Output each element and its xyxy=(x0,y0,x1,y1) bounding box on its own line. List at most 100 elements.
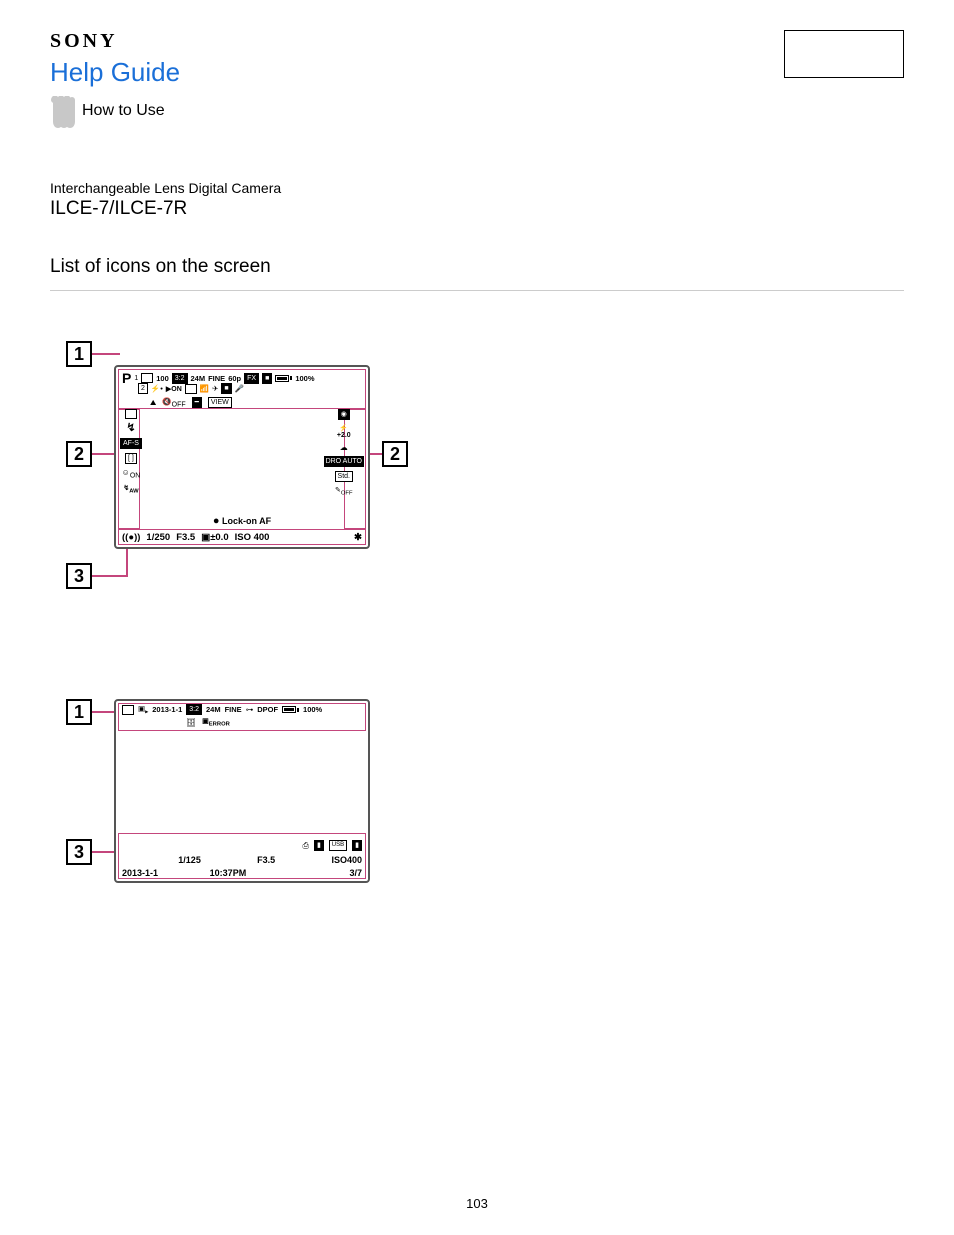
af-on-icon: ▶ON xyxy=(166,385,182,393)
upload-icon: ☁ xyxy=(340,443,348,452)
shooting-mode-icon: P xyxy=(122,370,131,386)
playback-info-row-1: 1/125 F3.5 ISO400 xyxy=(122,855,362,865)
aspect-ratio-badge: 3:2 xyxy=(172,373,188,384)
figure-shooting-screen: 1 2 2 3 P 1 100 3:2 xyxy=(66,341,406,601)
mic-icon: 🎤 xyxy=(235,384,244,393)
framing-icon xyxy=(185,384,197,394)
flash-mode-icon xyxy=(126,423,135,434)
playback-top-row-1: ▣▸ 2013-1-1 3:2 24M FINE ⊶ DPOF 100% xyxy=(122,704,362,716)
image-quality: FINE xyxy=(225,705,242,714)
level-icon: ━ xyxy=(192,397,202,408)
callout-line xyxy=(368,453,382,455)
callout-1: 1 xyxy=(66,341,92,367)
aperture-value: F3.5 xyxy=(257,855,275,865)
dro-badge: DRO AUTO xyxy=(324,456,364,467)
how-to-use-label: How to Use xyxy=(82,102,165,120)
search-box[interactable] xyxy=(784,30,904,78)
movie-fps: 60p xyxy=(228,374,241,383)
memory-card-icon xyxy=(122,705,134,715)
callout-3: 3 xyxy=(66,839,92,865)
database-icon: 🗄 xyxy=(186,718,196,727)
rec-media-icon: ▮ xyxy=(352,840,362,851)
steadyshot-icon: ((●)) xyxy=(122,532,140,543)
flash-comp-value: ⚡+2.0 xyxy=(337,424,351,439)
battery-percent: 100% xyxy=(295,374,314,383)
ae-lock-icon: ✱ xyxy=(354,532,362,543)
remaining-shots: 100 xyxy=(156,374,169,383)
focus-mode-badge: AF-S xyxy=(120,438,142,449)
protect-icon: ⊶ xyxy=(246,705,254,714)
hdmi-out-icon: ▮ xyxy=(314,840,324,851)
playback-info-row-2: 2013-1-1 10:37PM 3/7 xyxy=(122,868,362,878)
brand-block: SONY Help Guide xyxy=(50,30,180,88)
capture-time: 10:37PM xyxy=(210,868,247,878)
error-icon: ▣ERROR xyxy=(202,717,230,727)
callout-3: 3 xyxy=(66,563,92,589)
aperture-value: F3.5 xyxy=(176,532,195,543)
iso-value: ISO400 xyxy=(331,855,362,865)
focus-area-icon: [ ] xyxy=(125,453,137,464)
iso-value: ISO 400 xyxy=(235,532,270,543)
how-to-use-row: How to Use xyxy=(50,96,904,132)
figure-playback-screen: 1 3 ▣▸ 2013-1-1 3:2 24M FINE ⊶ DPOF 100% xyxy=(66,681,406,901)
battery-icon xyxy=(275,375,292,382)
bottom-info-row: ((●)) 1/250 F3.5 ▣±0.0 ISO 400 ✱ xyxy=(122,532,362,543)
callout-line xyxy=(92,353,120,355)
view-mode-icon: ▣▸ xyxy=(138,704,148,716)
product-model: ILCE-7/ILCE-7R xyxy=(50,198,904,220)
battery-icon xyxy=(282,706,299,713)
folder-date: 2013-1-1 xyxy=(152,705,182,714)
camera-screen-playback: ▣▸ 2013-1-1 3:2 24M FINE ⊶ DPOF 100% 🗄 ▣… xyxy=(114,699,370,883)
callout-2-left: 2 xyxy=(66,441,92,467)
image-counter: 3/7 xyxy=(349,868,362,878)
audio-level-icon: 🔇OFF xyxy=(162,397,185,409)
callout-line xyxy=(92,851,116,853)
rec-format-badge: FX xyxy=(244,373,259,384)
memory-card-icon xyxy=(141,373,153,383)
top-info-row-2: 2 ⚡• ▶ON 📶 ✈ ■ 🎤 xyxy=(138,383,244,394)
brand-logo: SONY xyxy=(50,30,180,53)
callout-2-right: 2 xyxy=(382,441,408,467)
product-category: Interchangeable Lens Digital Camera xyxy=(50,180,904,196)
page-title: List of icons on the screen xyxy=(50,256,904,286)
playback-bottom-icons: ⎙ ▮ USB ▮ xyxy=(303,840,362,851)
title-divider xyxy=(50,290,904,291)
right-icon-stack: ◉ ⚡+2.0 ☁ DRO AUTO Std. ✎OFF xyxy=(324,409,364,496)
dpof-label: DPOF xyxy=(257,705,278,714)
print-icon: ⎙ xyxy=(303,841,309,851)
histogram-icon: ⛰ xyxy=(150,398,156,408)
usb-icon: USB xyxy=(329,840,347,851)
lock-on-af-label: ● Lock-on AF xyxy=(116,515,368,527)
shutter-speed: 1/250 xyxy=(146,532,170,543)
rec-setting-badge: ■ xyxy=(262,373,272,384)
aspect-ratio-badge: 3:2 xyxy=(186,704,202,715)
picture-effect-off-icon: ✎OFF xyxy=(335,486,353,496)
face-detect-icon: ☺ON xyxy=(122,468,141,480)
capture-date: 2013-1-1 xyxy=(122,868,158,878)
image-size: 24M xyxy=(191,374,206,383)
shutter-speed: 1/125 xyxy=(178,855,201,865)
image-size: 24M xyxy=(206,705,221,714)
product-block: Interchangeable Lens Digital Camera ILCE… xyxy=(50,180,904,220)
callout-line xyxy=(92,453,116,455)
callout-line xyxy=(92,711,116,713)
flash-charge-icon: ⚡• xyxy=(151,384,163,393)
live-view-badge: VIEW xyxy=(208,397,232,408)
figures-area: 1 2 2 3 P 1 100 3:2 xyxy=(66,341,904,901)
camera-screen-shooting: P 1 100 3:2 24M FINE 60p FX ■ 100% 2 ⚡• … xyxy=(114,365,370,549)
timer-icon: 2 xyxy=(138,383,148,394)
nfc-icon: 📶 xyxy=(200,384,209,393)
card-slot-label: 1 xyxy=(134,375,138,382)
battery-percent: 100% xyxy=(303,705,322,714)
exposure-comp: ▣±0.0 xyxy=(201,532,228,543)
callout-line xyxy=(92,575,126,577)
rec-media-icon: ■ xyxy=(221,383,231,394)
airplane-icon: ✈ xyxy=(212,384,218,393)
image-quality: FINE xyxy=(208,374,225,383)
creative-style-badge: Std. xyxy=(335,471,353,482)
help-guide-link[interactable]: Help Guide xyxy=(50,57,180,88)
metering-mode-icon: ◉ xyxy=(338,409,350,420)
left-icon-stack: AF-S [ ] ☺ON ↯AW xyxy=(120,409,142,494)
playback-top-row-2: 🗄 ▣ERROR xyxy=(186,717,230,727)
top-info-row-3: ⛰ 🔇OFF ━ VIEW xyxy=(150,397,232,409)
